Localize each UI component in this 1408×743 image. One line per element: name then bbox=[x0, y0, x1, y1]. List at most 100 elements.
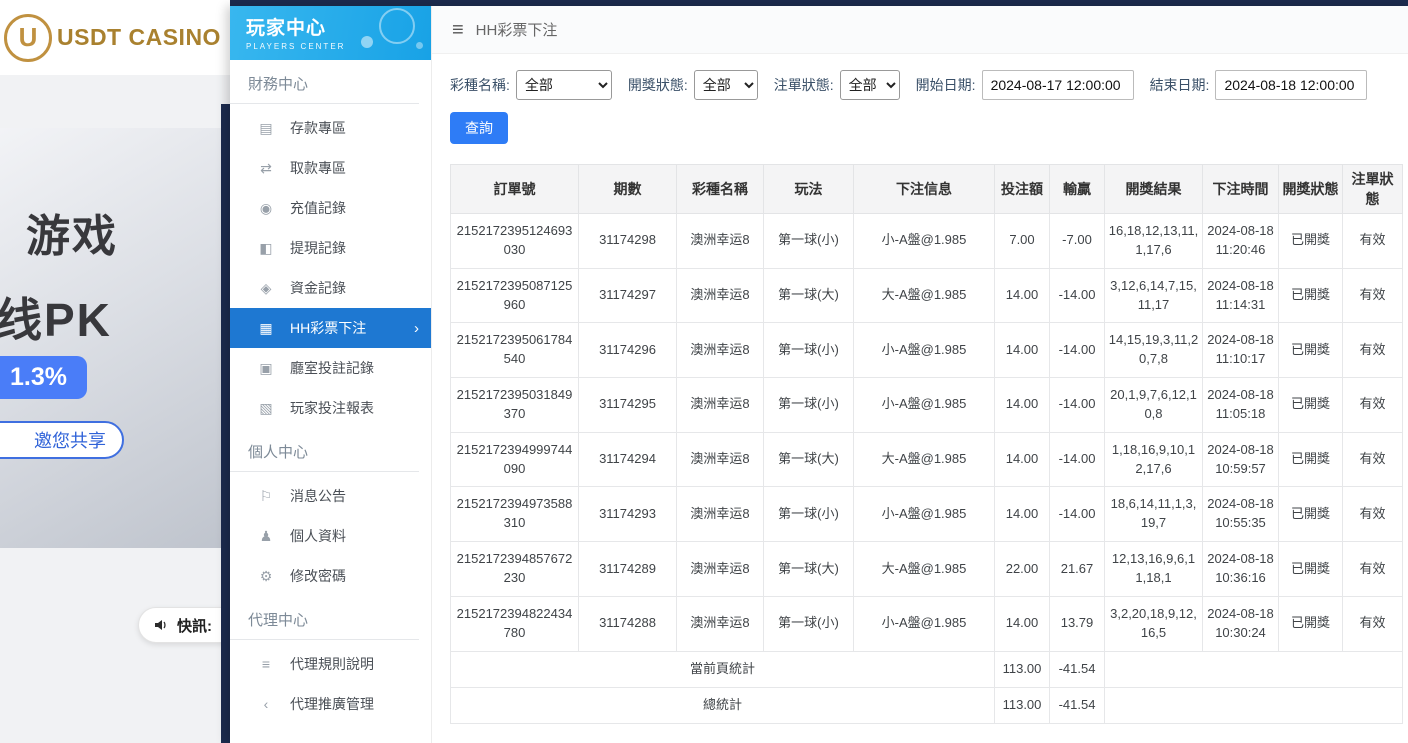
sidebar-section-title: 財務中心 bbox=[230, 60, 419, 104]
bet-info-cell: 大-A盤@1.985 bbox=[854, 542, 995, 597]
draw-status-cell: 已開獎 bbox=[1279, 268, 1343, 323]
lottery-name-cell: 澳洲幸运8 bbox=[677, 323, 764, 378]
summary-bet-amount: 113.00 bbox=[995, 687, 1050, 723]
bet-date: 2024-08-18 bbox=[1206, 495, 1275, 514]
table-row: 215217239508712596031174297澳洲幸运8第一球(大)大-… bbox=[451, 268, 1403, 323]
table-row: 215217239482243478031174288澳洲幸运8第一球(小)小-… bbox=[451, 596, 1403, 651]
bet-time-cell: 2024-08-1810:30:24 bbox=[1203, 596, 1279, 651]
casino-logo-icon: U bbox=[4, 14, 52, 62]
bet-time-cell: 2024-08-1810:59:57 bbox=[1203, 432, 1279, 487]
bet-clock: 10:59:57 bbox=[1206, 460, 1275, 479]
summary-bet-amount: 113.00 bbox=[995, 651, 1050, 687]
sidebar-menu: 財務中心▤存款專區⇄取款專區◉充值記錄◧提現記錄◈資金記錄▦HH彩票下注›▣廳室… bbox=[230, 60, 431, 724]
table-row: 215217239499974409031174294澳洲幸运8第一球(大)大-… bbox=[451, 432, 1403, 487]
deposit-icon: ▤ bbox=[258, 120, 274, 137]
column-header: 注單狀態 bbox=[1343, 165, 1403, 214]
column-header: 玩法 bbox=[764, 165, 854, 214]
decorative-circle-icon bbox=[379, 8, 415, 44]
lottery-name-select[interactable]: 全部 bbox=[516, 70, 612, 100]
banner-text-line2: 线PK bbox=[0, 284, 112, 350]
query-button[interactable]: 查詢 bbox=[450, 112, 508, 144]
sidebar-item[interactable]: ⚙修改密碼 bbox=[230, 556, 431, 596]
lottery-name-cell: 澳洲幸运8 bbox=[677, 214, 764, 269]
period-cell: 31174297 bbox=[579, 268, 677, 323]
summary-label: 總統計 bbox=[451, 687, 995, 723]
bet-clock: 10:30:24 bbox=[1206, 624, 1275, 643]
announcement-icon: ⚐ bbox=[258, 488, 274, 505]
sidebar-item[interactable]: ≡代理規則說明 bbox=[230, 644, 431, 684]
draw-result-cell: 16,18,12,13,11,1,17,6 bbox=[1105, 214, 1203, 269]
start-date-input[interactable] bbox=[982, 70, 1134, 100]
withdraw-record-icon: ◧ bbox=[258, 240, 274, 257]
play-type-cell: 第一球(小) bbox=[764, 378, 854, 433]
win-loss-cell: -14.00 bbox=[1050, 487, 1105, 542]
sidebar-item[interactable]: ‹代理推廣管理 bbox=[230, 684, 431, 724]
play-type-cell: 第一球(大) bbox=[764, 432, 854, 487]
play-type-cell: 第一球(小) bbox=[764, 596, 854, 651]
lottery-name-cell: 澳洲幸运8 bbox=[677, 596, 764, 651]
sidebar-item[interactable]: ▣廳室投註記錄 bbox=[230, 348, 431, 388]
banner-cta-button[interactable]: 邀您共享 bbox=[0, 421, 124, 459]
sidebar-item[interactable]: ◧提現記錄 bbox=[230, 228, 431, 268]
order-status-select[interactable]: 全部 bbox=[840, 70, 900, 100]
profile-icon: ♟ bbox=[258, 528, 274, 545]
sidebar-item-label: 修改密碼 bbox=[290, 566, 346, 586]
end-date-filter-label: 結束日期: bbox=[1150, 75, 1210, 95]
draw-status-select[interactable]: 全部 bbox=[694, 70, 758, 100]
sidebar-item[interactable]: ⇄取款專區 bbox=[230, 148, 431, 188]
bet-date: 2024-08-18 bbox=[1206, 331, 1275, 350]
bet-amount-cell: 14.00 bbox=[995, 432, 1050, 487]
news-label: 快訊: bbox=[177, 615, 212, 636]
bet-records-table: 訂單號期數彩種名稱玩法下注信息投注額輸贏開獎結果下注時間開獎狀態注單狀態 215… bbox=[450, 164, 1403, 724]
sidebar-item[interactable]: ⚐ 消息公告 bbox=[230, 476, 431, 516]
draw-status-filter-label: 開獎狀態: bbox=[628, 75, 688, 95]
win-loss-cell: -14.00 bbox=[1050, 378, 1105, 433]
sidebar-item[interactable]: ▧玩家投注報表 bbox=[230, 388, 431, 428]
play-type-cell: 第一球(大) bbox=[764, 542, 854, 597]
bet-amount-cell: 14.00 bbox=[995, 268, 1050, 323]
sidebar-item[interactable]: ♟個人資料 bbox=[230, 516, 431, 556]
bet-amount-cell: 14.00 bbox=[995, 596, 1050, 651]
order-status-cell: 有效 bbox=[1343, 323, 1403, 378]
period-cell: 31174293 bbox=[579, 487, 677, 542]
sidebar-item[interactable]: ▦HH彩票下注› bbox=[230, 308, 431, 348]
column-header: 開獎結果 bbox=[1105, 165, 1203, 214]
end-date-input[interactable] bbox=[1215, 70, 1367, 100]
site-logo[interactable]: U USDT CASINO bbox=[0, 0, 230, 75]
period-cell: 31174295 bbox=[579, 378, 677, 433]
menu-icon[interactable]: ≡ bbox=[452, 20, 464, 40]
backdrop-strip bbox=[221, 104, 230, 743]
lottery-bet-icon: ▦ bbox=[258, 320, 274, 337]
column-header: 訂單號 bbox=[451, 165, 579, 214]
order-id-cell: 2152172395031849370 bbox=[451, 378, 579, 433]
sidebar-item[interactable]: ▤存款專區 bbox=[230, 108, 431, 148]
win-loss-cell: -14.00 bbox=[1050, 268, 1105, 323]
draw-result-cell: 3,2,20,18,9,12,16,5 bbox=[1105, 596, 1203, 651]
order-id-cell: 2152172394857672230 bbox=[451, 542, 579, 597]
recharge-record-icon: ◉ bbox=[258, 200, 274, 217]
draw-status-cell: 已開獎 bbox=[1279, 596, 1343, 651]
lottery-name-cell: 澳洲幸运8 bbox=[677, 268, 764, 323]
order-status-cell: 有效 bbox=[1343, 542, 1403, 597]
win-loss-cell: 21.67 bbox=[1050, 542, 1105, 597]
sidebar-item-label: 消息公告 bbox=[290, 486, 346, 506]
sidebar-header: 玩家中心 PLAYERS CENTER bbox=[230, 6, 431, 60]
sidebar-item[interactable]: ◈資金記錄 bbox=[230, 268, 431, 308]
win-loss-cell: -14.00 bbox=[1050, 323, 1105, 378]
order-status-cell: 有效 bbox=[1343, 432, 1403, 487]
decorative-circle-icon bbox=[361, 36, 373, 48]
sidebar-item[interactable]: ◉充值記錄 bbox=[230, 188, 431, 228]
summary-empty-cell bbox=[1105, 687, 1403, 723]
draw-result-cell: 20,1,9,7,6,12,10,8 bbox=[1105, 378, 1203, 433]
order-status-cell: 有效 bbox=[1343, 487, 1403, 542]
bet-time-cell: 2024-08-1811:14:31 bbox=[1203, 268, 1279, 323]
topbar: ≡ HH彩票下注 bbox=[432, 6, 1408, 54]
order-id-cell: 2152172395061784540 bbox=[451, 323, 579, 378]
banner-rate-badge: 1.3% bbox=[0, 356, 87, 399]
bet-date: 2024-08-18 bbox=[1206, 550, 1275, 569]
sidebar-item-label: 取款專區 bbox=[290, 158, 346, 178]
column-header: 輸贏 bbox=[1050, 165, 1105, 214]
bet-amount-cell: 14.00 bbox=[995, 487, 1050, 542]
draw-status-cell: 已開獎 bbox=[1279, 214, 1343, 269]
funds-record-icon: ◈ bbox=[258, 280, 274, 297]
